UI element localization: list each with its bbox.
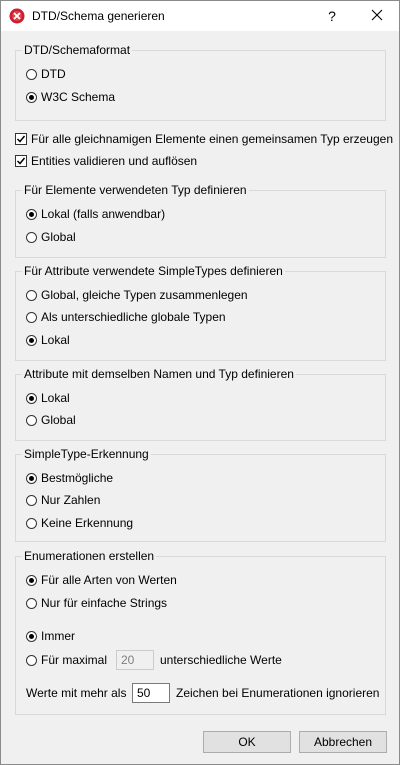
radio-label: Lokal	[41, 333, 70, 347]
radio-button[interactable]	[26, 68, 37, 80]
close-icon[interactable]	[367, 7, 387, 25]
help-button[interactable]: ?	[323, 7, 341, 25]
simpletype-detection-group-label: SimpleType-Erkennung	[22, 446, 151, 462]
radio-label: Lokal (falls anwendbar)	[41, 207, 166, 221]
format-group: DTD/Schemaformat DTD W3C Schema	[15, 42, 386, 121]
radio-button[interactable]	[26, 311, 37, 323]
radio-detect-best[interactable]: Bestmögliche	[26, 469, 113, 487]
attribute-same-name-group: Attribute mit demselben Namen und Typ de…	[15, 366, 386, 441]
radio-button[interactable]	[26, 630, 37, 642]
radio-label: DTD	[41, 67, 66, 81]
radio-detect-none[interactable]: Keine Erkennung	[26, 514, 133, 532]
ignore-suffix-label: Zeichen bei Enumerationen ignorieren	[176, 686, 380, 700]
simpletype-detection-group: SimpleType-Erkennung Bestmögliche Nur Za…	[15, 446, 386, 542]
radio-enum-simple-strings[interactable]: Nur für einfache Strings	[26, 594, 167, 612]
radio-button[interactable]	[26, 654, 37, 666]
dialog-window: DTD/Schema generieren ? DTD/Schemaformat…	[0, 0, 400, 765]
element-type-group: Für Elemente verwendeten Typ definieren …	[15, 182, 386, 258]
radio-label: Bestmögliche	[41, 471, 114, 485]
checkmark-icon	[16, 157, 26, 165]
max-values-input[interactable]: 20	[116, 650, 154, 670]
cancel-button[interactable]: Abbrechen	[299, 731, 387, 753]
radio-button[interactable]	[26, 392, 37, 404]
radio-button[interactable]	[26, 494, 37, 506]
radio-detect-numbers[interactable]: Nur Zahlen	[26, 491, 100, 509]
checkbox-validate-entities[interactable]: Entities validieren und auflösen	[15, 152, 197, 170]
radio-button[interactable]	[26, 597, 37, 609]
attribute-same-name-group-label: Attribute mit demselben Namen und Typ de…	[22, 366, 296, 382]
format-group-label: DTD/Schemaformat	[22, 42, 133, 58]
radio-label: Keine Erkennung	[41, 516, 134, 530]
radio-button[interactable]	[26, 231, 37, 243]
checkbox[interactable]	[15, 133, 27, 145]
radio-button[interactable]	[26, 208, 37, 220]
radio-button[interactable]	[26, 472, 37, 484]
radio-dtd[interactable]: DTD	[26, 65, 66, 83]
radio-button[interactable]	[26, 414, 37, 426]
radio-w3c-schema[interactable]: W3C Schema	[26, 88, 115, 106]
radio-element-local[interactable]: Lokal (falls anwendbar)	[26, 205, 165, 223]
checkbox-common-type[interactable]: Für alle gleichnamigen Elemente einen ge…	[15, 130, 393, 148]
radio-button[interactable]	[26, 517, 37, 529]
app-icon	[9, 8, 25, 24]
radio-attr-separate-global[interactable]: Als unterschiedliche globale Typen	[26, 308, 226, 326]
radio-button[interactable]	[26, 91, 37, 103]
enumerations-group: Enumerationen erstellen Für alle Arten v…	[15, 548, 386, 715]
radio-label: Global	[41, 230, 76, 244]
radio-label: Für alle Arten von Werten	[41, 573, 177, 587]
radio-label: Als unterschiedliche globale Typen	[41, 310, 226, 324]
checkbox-label: Entities validieren und auflösen	[31, 154, 198, 168]
radio-same-name-global[interactable]: Global	[26, 411, 76, 429]
radio-enum-all-values[interactable]: Für alle Arten von Werten	[26, 571, 177, 589]
radio-attr-local[interactable]: Lokal	[26, 331, 70, 349]
radio-label: Immer	[41, 629, 75, 643]
ok-button[interactable]: OK	[203, 731, 291, 753]
radio-enum-max[interactable]: Für maximal	[26, 651, 107, 669]
window-title: DTD/Schema generieren	[32, 9, 165, 23]
radio-label: Global	[41, 413, 76, 427]
checkbox-label: Für alle gleichnamigen Elemente einen ge…	[31, 132, 393, 146]
title-bar: DTD/Schema generieren ?	[1, 1, 399, 31]
ignore-chars-input[interactable]: 50	[132, 683, 170, 703]
radio-label: Für maximal	[41, 653, 108, 667]
radio-button[interactable]	[26, 289, 37, 301]
element-type-group-label: Für Elemente verwendeten Typ definieren	[22, 182, 249, 198]
checkmark-icon	[16, 135, 26, 143]
radio-element-global[interactable]: Global	[26, 228, 76, 246]
enumerations-group-label: Enumerationen erstellen	[22, 548, 157, 564]
attribute-simpletype-group: Für Attribute verwendete SimpleTypes def…	[15, 263, 386, 361]
radio-button[interactable]	[26, 574, 37, 586]
radio-same-name-local[interactable]: Lokal	[26, 389, 70, 407]
attribute-simpletype-group-label: Für Attribute verwendete SimpleTypes def…	[22, 263, 285, 279]
radio-label: Lokal	[41, 391, 70, 405]
max-values-suffix: unterschiedliche Werte	[160, 653, 282, 667]
radio-button[interactable]	[26, 334, 37, 346]
radio-label: Global, gleiche Typen zusammenlegen	[41, 288, 248, 302]
checkbox[interactable]	[15, 155, 27, 167]
radio-enum-always[interactable]: Immer	[26, 627, 75, 645]
radio-label: Nur Zahlen	[41, 493, 101, 507]
ignore-prefix-label: Werte mit mehr als	[26, 686, 127, 700]
radio-label: Nur für einfache Strings	[41, 596, 168, 610]
radio-attr-global-merge[interactable]: Global, gleiche Typen zusammenlegen	[26, 286, 248, 304]
radio-label: W3C Schema	[41, 90, 116, 104]
